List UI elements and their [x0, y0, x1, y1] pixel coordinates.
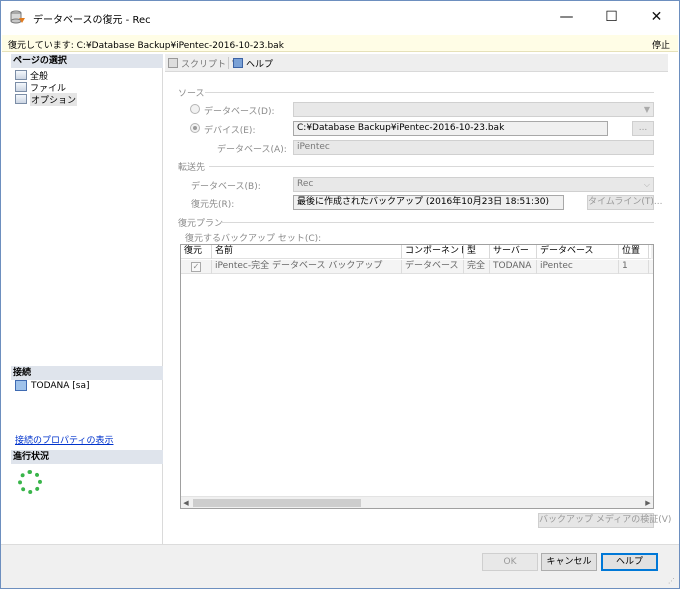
database-radio[interactable] — [190, 104, 200, 114]
cancel-button[interactable]: キャンセル — [541, 553, 597, 571]
destination-db-label: データベース(B): — [191, 182, 261, 192]
restore-plan-group-label: 復元プラン — [178, 219, 224, 229]
window-title: データベースの復元 - Rec — [33, 15, 151, 26]
script-icon — [168, 58, 178, 68]
restore-database-dialog: データベースの復元 - Rec — ☐ ✕ 復元しています: C:¥Databa… — [0, 0, 680, 589]
restore-checkbox[interactable]: ✓ — [191, 262, 201, 272]
page-icon — [15, 94, 27, 104]
dialog-button-bar: OK キャンセル ヘルプ ⋰ — [1, 544, 679, 588]
page-icon — [15, 82, 27, 92]
progress-header: 進行状況 — [11, 450, 163, 464]
scroll-thumb[interactable] — [193, 499, 361, 507]
device-path-field[interactable]: C:¥Database Backup¥iPentec-2016-10-23.ba… — [293, 121, 608, 136]
backup-sets-grid[interactable]: 復元 名前 コンポーネント 型 サーバー データベース 位置 ✓ iPentec… — [180, 244, 654, 509]
page-item-general[interactable]: 全般 — [15, 69, 48, 82]
connection-name: TODANA [sa] — [31, 380, 90, 391]
group-divider — [221, 222, 654, 223]
ok-button[interactable]: OK — [482, 553, 538, 571]
maximize-button[interactable]: ☐ — [589, 1, 634, 33]
timeline-button[interactable]: タイムライン(T)... — [587, 195, 662, 210]
help-label: ヘルプ — [246, 59, 274, 70]
name-cell: iPentec-完全 データベース バックアップ — [212, 260, 402, 274]
source-db-label: データベース(A): — [217, 145, 287, 155]
database-restore-icon — [10, 10, 25, 24]
device-radio[interactable] — [190, 123, 200, 133]
chevron-down-icon: ⌵ — [643, 180, 650, 189]
page-select-header: ページの選択 — [11, 54, 163, 68]
verify-backup-media-button[interactable]: バックアップ メディアの検証(V) — [538, 513, 671, 528]
group-divider — [209, 166, 654, 167]
column-header-server[interactable]: サーバー — [490, 245, 537, 259]
column-header-position[interactable]: 位置 — [619, 245, 649, 259]
stop-button[interactable]: 停止 — [652, 38, 670, 51]
page-icon — [15, 70, 27, 80]
restore-cell: ✓ — [181, 260, 212, 274]
header-scroll-stub — [651, 245, 653, 259]
destination-db-value: Rec — [297, 179, 314, 189]
left-panel: ページの選択 全般 ファイル オプション 接続 TODANA [sa] 接続のプ… — [11, 54, 163, 544]
chevron-down-icon: ▼ — [643, 105, 650, 114]
page-item-options[interactable]: オプション — [15, 92, 78, 106]
browse-device-button[interactable]: ... — [632, 121, 654, 136]
restore-status-text: 復元しています: C:¥Database Backup¥iPentec-2016… — [8, 41, 284, 51]
progress-spinner-icon — [18, 470, 42, 494]
server-cell: TODANA — [490, 260, 537, 274]
restore-to-field: 最後に作成されたバックアップ (2016年10月23日 18:51:30) — [293, 195, 564, 210]
source-group-label: ソース — [178, 89, 205, 99]
column-header-database[interactable]: データベース — [537, 245, 619, 259]
column-header-type[interactable]: 型 — [464, 245, 490, 259]
component-cell: データベース — [402, 260, 464, 274]
script-label: スクリプト — [181, 59, 227, 70]
page-item-label: オプション — [30, 92, 78, 106]
group-divider — [205, 92, 654, 93]
device-radio-label: デバイス(E): — [204, 126, 256, 136]
column-header-component[interactable]: コンポーネント — [402, 245, 464, 259]
database-radio-label: データベース(D): — [204, 107, 275, 117]
close-button[interactable]: ✕ — [634, 1, 679, 33]
column-header-name[interactable]: 名前 — [212, 245, 402, 259]
position-cell: 1 — [619, 260, 649, 274]
resize-grip-icon[interactable]: ⋰ — [668, 577, 676, 585]
title-bar: データベースの復元 - Rec — ☐ ✕ — [1, 1, 679, 33]
toolbar: スクリプト ▾ ヘルプ — [165, 54, 668, 72]
source-database-select[interactable]: ▼ — [293, 102, 654, 117]
page-item-files[interactable]: ファイル — [15, 81, 66, 94]
destination-db-select[interactable]: Rec ⌵ — [293, 177, 654, 192]
help-button[interactable]: ヘルプ — [601, 553, 658, 571]
view-connection-properties-link[interactable]: 接続のプロパティの表示 — [15, 433, 113, 446]
grid-header: 復元 名前 コンポーネント 型 サーバー データベース 位置 — [181, 245, 653, 259]
toolbar-separator — [228, 57, 229, 69]
server-connection-icon — [15, 380, 27, 391]
connection-item: TODANA [sa] — [15, 380, 90, 391]
restore-to-label: 復元先(R): — [191, 200, 235, 210]
source-db-value[interactable]: iPentec — [293, 140, 654, 155]
database-cell: iPentec — [537, 260, 619, 274]
backup-sets-label: 復元するバックアップ セット(C): — [185, 234, 322, 244]
type-cell: 完全 — [464, 260, 490, 274]
connection-header: 接続 — [11, 366, 163, 380]
column-header-restore[interactable]: 復元 — [181, 245, 212, 259]
scroll-right-icon[interactable]: ▶ — [643, 497, 653, 508]
scroll-left-icon[interactable]: ◀ — [181, 497, 191, 508]
horizontal-scrollbar[interactable]: ◀ ▶ — [181, 496, 653, 508]
minimize-button[interactable]: — — [544, 1, 589, 33]
help-icon — [233, 58, 243, 68]
help-toolbar-button[interactable]: ヘルプ — [233, 56, 273, 70]
destination-group-label: 転送先 — [178, 163, 206, 173]
table-row[interactable]: ✓ iPentec-完全 データベース バックアップ データベース 完全 TOD… — [181, 260, 653, 274]
script-button[interactable]: スクリプト ▾ — [168, 56, 237, 70]
restore-status-bar: 復元しています: C:¥Database Backup¥iPentec-2016… — [2, 35, 678, 52]
options-page: スクリプト ▾ ヘルプ ソース データベース(D): ▼ デバイス(E): C:… — [165, 54, 671, 544]
